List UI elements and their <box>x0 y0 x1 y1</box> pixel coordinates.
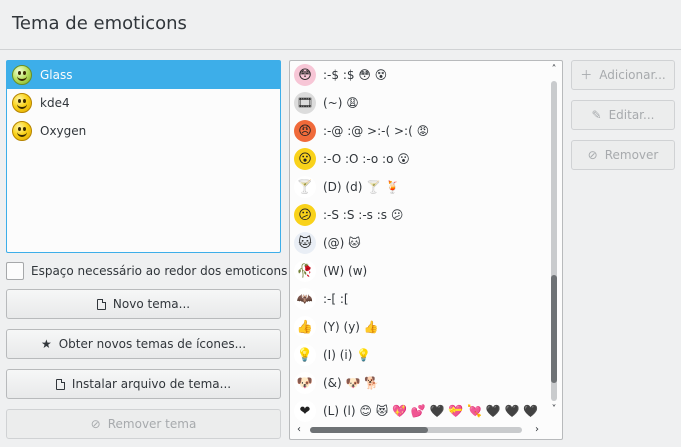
install-document-icon <box>55 378 65 390</box>
new-document-icon <box>96 298 106 310</box>
spacing-checkbox[interactable] <box>6 262 24 280</box>
forbidden-icon: ⊘ <box>587 148 598 162</box>
emoticon-shortcut-text: (~) 😩 <box>323 96 359 110</box>
edit-emoticon-button-label: Editar... <box>608 108 655 122</box>
horizontal-scroll-thumb[interactable] <box>310 427 428 433</box>
smiley-face-icon <box>12 121 32 141</box>
emoticon-row[interactable]: 🎞 (~) 😩 <box>294 89 359 117</box>
wilted-rose-icon: 🥀 <box>294 260 316 282</box>
emoticon-row[interactable]: ❤ (L) (l) 😊 😻 💖 💕 🖤 💝 💘 🖤 🖤 🖤 <box>294 397 538 425</box>
emoticon-row[interactable]: 💡 (I) (i) 💡 <box>294 341 371 369</box>
install-theme-file-button[interactable]: Instalar arquivo de tema... <box>6 369 281 399</box>
emoticon-row[interactable]: 🥀 (W) (w) <box>294 257 367 285</box>
surprised-face-icon: 😮 <box>294 148 316 170</box>
red-heart-icon: ❤ <box>294 400 316 422</box>
edit-emoticon-button[interactable]: ✎ Editar... <box>571 100 675 130</box>
new-theme-button-label: Novo tema... <box>112 297 191 311</box>
scroll-down-icon[interactable]: ˅ <box>548 403 560 417</box>
confused-face-icon: 😕 <box>294 204 316 226</box>
theme-item-kde4[interactable]: kde4 <box>7 89 280 117</box>
page-title: Tema de emoticons <box>12 13 187 34</box>
add-emoticon-button[interactable]: ＋ Adicionar... <box>571 60 675 90</box>
emoticon-shortcut-text: (L) (l) 😊 😻 💖 💕 🖤 💝 💘 🖤 🖤 🖤 <box>323 404 539 418</box>
emoticon-row[interactable]: 👍 (Y) (y) 👍 <box>294 313 379 341</box>
cat-face-icon: 🐱 <box>294 232 316 254</box>
pencil-icon: ✎ <box>591 108 602 122</box>
vertical-scroll-thumb[interactable] <box>551 275 557 383</box>
film-strip-icon: 🎞 <box>294 92 316 114</box>
emoticon-row[interactable]: 🐶 (&) 🐶 🐕 <box>294 369 379 397</box>
emoticon-row[interactable]: 😳 :-$ :$ 😳 😵 <box>294 61 387 89</box>
remove-theme-button[interactable]: ⊘ Remover tema <box>6 409 281 439</box>
header-divider <box>0 49 681 50</box>
emoticon-row[interactable]: 😮 :-O :O :-o :o 😮 <box>294 145 410 173</box>
plus-icon: ＋ <box>580 68 593 82</box>
add-emoticon-button-label: Adicionar... <box>599 68 666 82</box>
emoticon-row[interactable]: 🐱 (@) 🐱 <box>294 229 361 257</box>
scroll-right-icon[interactable]: › <box>530 423 544 437</box>
emoticon-shortcut-text: (I) (i) 💡 <box>323 348 372 362</box>
spacing-checkbox-label: Espaço necessário ao redor dos emoticons <box>31 264 288 278</box>
emoticon-list[interactable]: 😳 :-$ :$ 😳 😵 🎞 (~) 😩 😠 :-@ :@ >:-( >:( 😡 😮 :-O … <box>289 60 563 440</box>
emoticon-shortcut-text: :-[ :[ <box>323 292 349 306</box>
get-new-themes-button[interactable]: ★ Obter novos temas de ícones... <box>6 329 281 359</box>
get-new-themes-button-label: Obter novos temas de ícones... <box>58 337 247 351</box>
spacing-option[interactable]: Espaço necessário ao redor dos emoticons <box>6 262 287 280</box>
scroll-up-icon[interactable]: ˄ <box>548 63 560 77</box>
thumbs-up-icon: 👍 <box>294 316 316 338</box>
install-theme-file-button-label: Instalar arquivo de tema... <box>71 377 232 391</box>
emoticon-shortcut-text: (W) (w) <box>323 264 368 278</box>
theme-item-glass[interactable]: Glass <box>7 61 280 89</box>
emoticon-row[interactable]: 😠 :-@ :@ >:-( >:( 😡 <box>294 117 429 145</box>
emoticon-row[interactable]: 🍸 (D) (d) 🍸 🍹 <box>294 173 400 201</box>
emoticon-row[interactable]: 🦇 :-[ :[ <box>294 285 349 313</box>
remove-theme-button-label: Remover tema <box>107 417 197 431</box>
scroll-left-icon[interactable]: ‹ <box>292 423 306 437</box>
new-theme-button[interactable]: Novo tema... <box>6 289 281 319</box>
emoticon-shortcut-text: (D) (d) 🍸 🍹 <box>323 180 400 194</box>
embarrassed-face-icon: 😳 <box>294 64 316 86</box>
remove-emoticon-button-label: Remover <box>604 148 659 162</box>
emoticon-shortcut-text: (&) 🐶 🐕 <box>323 376 380 390</box>
remove-emoticon-button[interactable]: ⊘ Remover <box>571 140 675 170</box>
theme-item-label: Glass <box>40 68 73 82</box>
emoticon-shortcut-text: :-S :S :-s :s 😕 <box>323 208 404 222</box>
emoticon-shortcut-text: (@) 🐱 <box>323 236 361 250</box>
emoticon-shortcut-text: :-O :O :-o :o 😮 <box>323 152 410 166</box>
cocktail-icon: 🍸 <box>294 176 316 198</box>
forbidden-icon: ⊘ <box>90 417 101 431</box>
light-bulb-icon: 💡 <box>294 344 316 366</box>
smiley-face-icon <box>12 65 32 85</box>
bat-icon: 🦇 <box>294 288 316 310</box>
emoticon-shortcut-text: (Y) (y) 👍 <box>323 320 379 334</box>
theme-item-label: kde4 <box>40 96 70 110</box>
angry-face-icon: 😠 <box>294 120 316 142</box>
theme-item-oxygen[interactable]: Oxygen <box>7 117 280 145</box>
star-icon: ★ <box>40 337 52 351</box>
smiley-face-icon <box>12 93 32 113</box>
emoticon-shortcut-text: :-@ :@ >:-( >:( 😡 <box>323 124 430 138</box>
emoticon-shortcut-text: :-$ :$ 😳 😵 <box>323 68 388 82</box>
dog-face-icon: 🐶 <box>294 372 316 394</box>
horizontal-scrollbar[interactable]: ‹ › <box>292 423 546 437</box>
emoticon-row[interactable]: 😕 :-S :S :-s :s 😕 <box>294 201 403 229</box>
emoticon-theme-list[interactable]: Glass kde4 Oxygen <box>6 60 281 253</box>
theme-item-label: Oxygen <box>40 124 87 138</box>
vertical-scrollbar[interactable]: ˄ ˅ <box>548 63 560 419</box>
